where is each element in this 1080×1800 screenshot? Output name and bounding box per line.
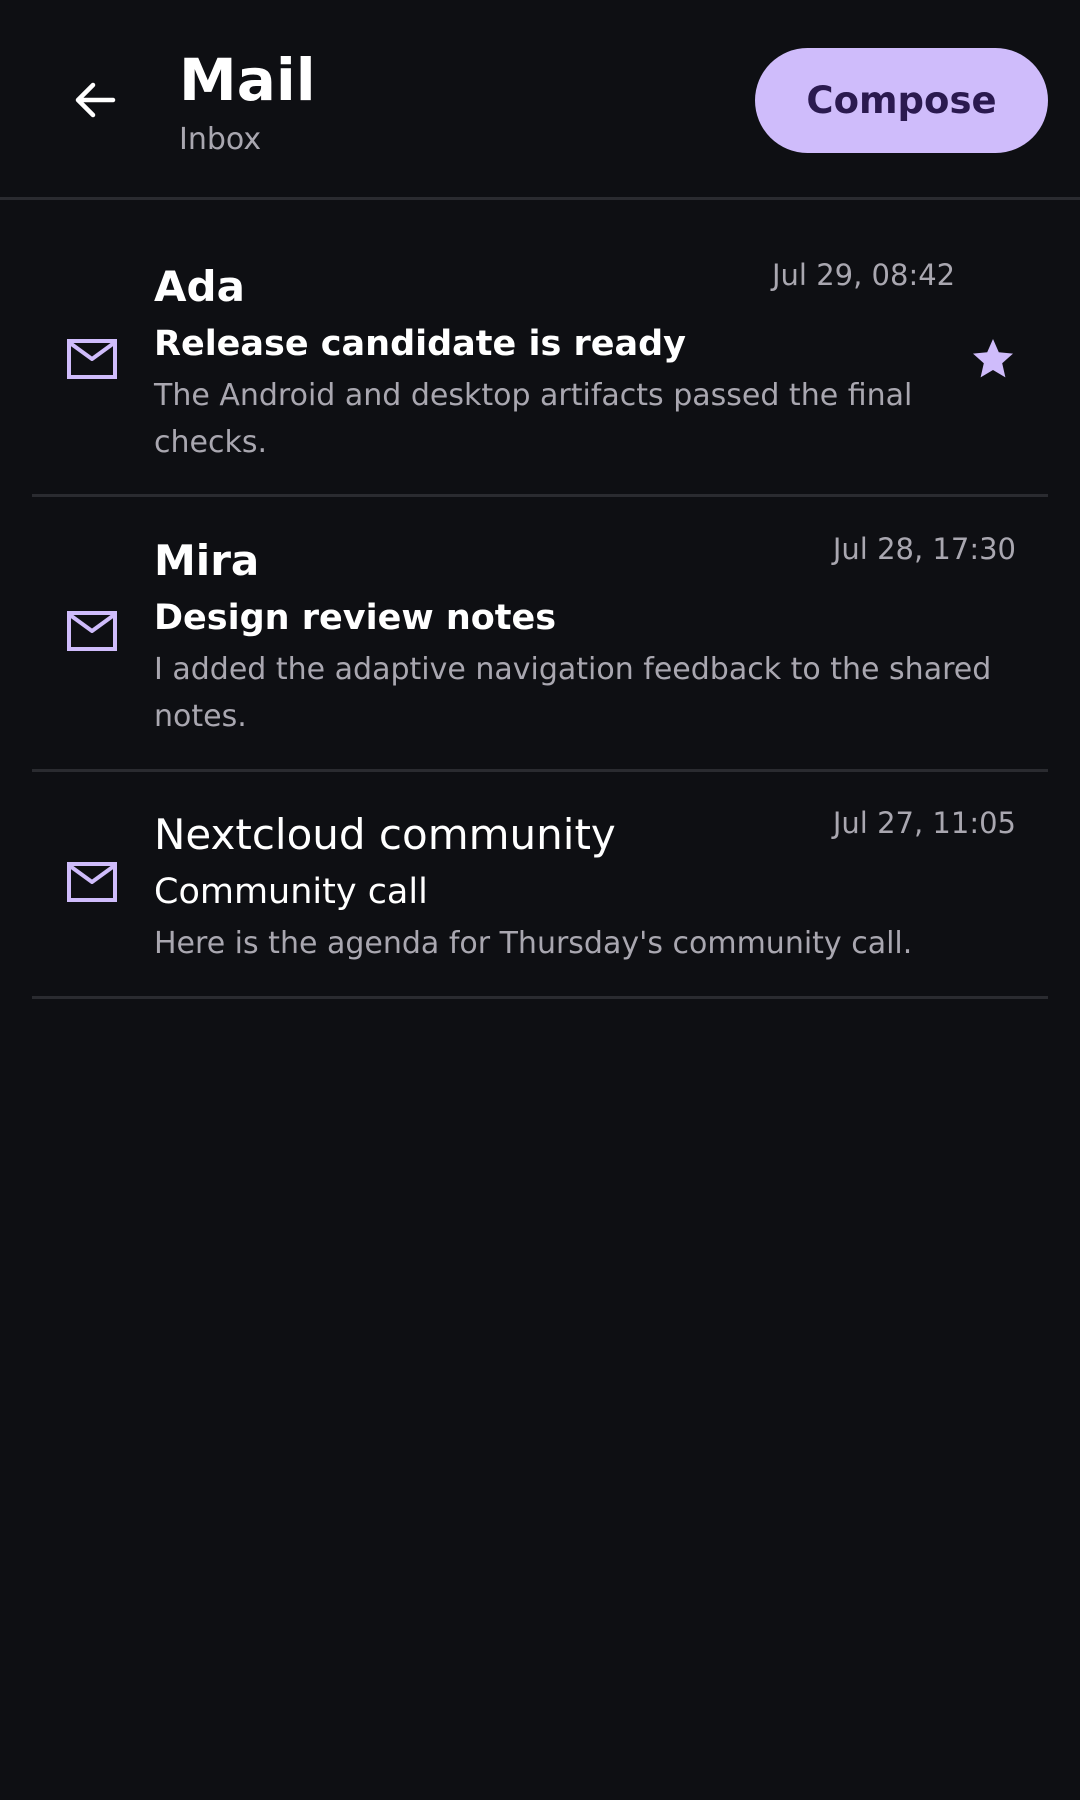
message-sender: Nextcloud community	[154, 810, 616, 859]
message-date: Jul 29, 08:42	[772, 258, 956, 292]
arrow-back-icon	[75, 82, 116, 118]
app-bar: Mail Inbox Compose	[0, 0, 1080, 200]
back-button[interactable]	[66, 71, 124, 129]
message-row-mira[interactable]: Mira Jul 28, 17:30 Design review notes I…	[32, 497, 1048, 772]
message-sender: Mira	[154, 536, 260, 585]
message-preview: The Android and desktop artifacts passed…	[154, 378, 913, 460]
message-date: Jul 27, 11:05	[832, 806, 1016, 840]
message-sender: Ada	[154, 262, 245, 311]
page-subtitle: Inbox	[179, 122, 262, 157]
message-preview: I added the adaptive navigation feedback…	[154, 652, 992, 734]
page-title: Mail	[179, 46, 316, 114]
message-row-ada[interactable]: Ada Jul 29, 08:42 Release candidate is r…	[32, 200, 1048, 497]
mail-icon	[67, 611, 117, 651]
message-subject: Release candidate is ready	[154, 324, 686, 364]
mail-icon	[67, 862, 117, 902]
star-icon[interactable]	[969, 335, 1017, 383]
message-subject: Community call	[154, 872, 428, 912]
mail-icon	[67, 339, 117, 379]
message-subject: Design review notes	[154, 598, 557, 638]
message-date: Jul 28, 17:30	[832, 532, 1016, 566]
message-row-nextcloud[interactable]: Nextcloud community Jul 27, 11:05 Commun…	[32, 772, 1048, 999]
compose-button[interactable]: Compose	[755, 48, 1048, 153]
message-preview: Here is the agenda for Thursday's commun…	[154, 926, 913, 961]
